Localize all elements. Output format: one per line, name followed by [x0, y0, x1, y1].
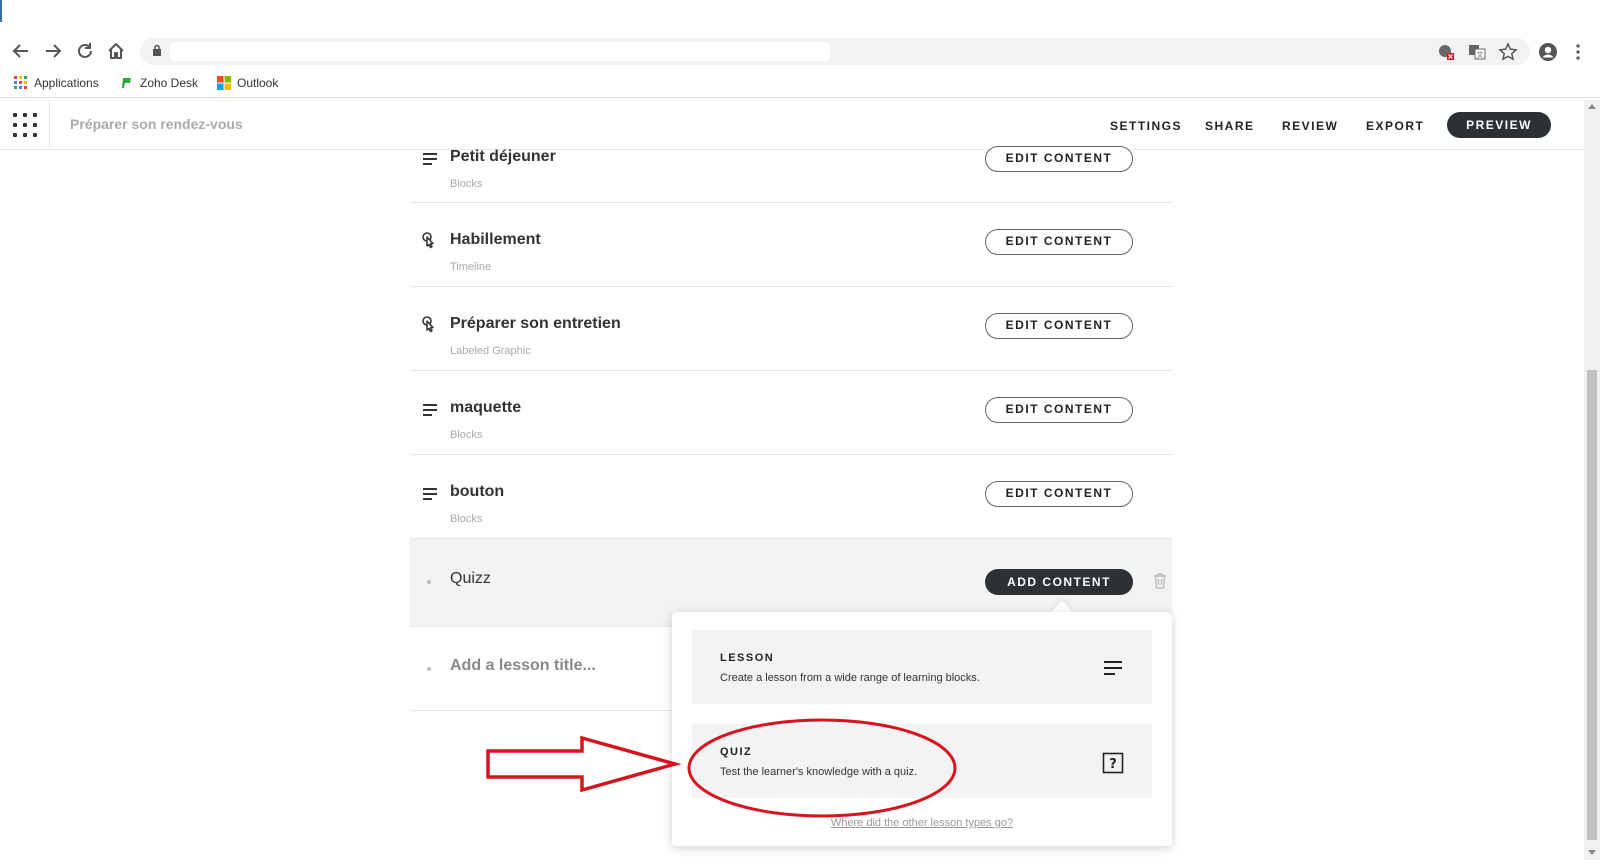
- star-icon[interactable]: [1498, 42, 1518, 62]
- quiz-option[interactable]: QUIZ Test the learner's knowledge with a…: [692, 724, 1152, 798]
- url-field[interactable]: [170, 42, 830, 61]
- trash-icon[interactable]: [1152, 572, 1168, 590]
- reload-icon[interactable]: [74, 40, 96, 62]
- blocked-cookie-icon[interactable]: [1436, 42, 1456, 62]
- forward-arrow-icon[interactable]: [42, 40, 64, 62]
- lesson-type: Blocks: [450, 178, 483, 190]
- blocks-icon: [420, 150, 440, 170]
- app-menu-grid-icon[interactable]: [0, 100, 50, 150]
- svg-text:文: 文: [1477, 50, 1484, 59]
- review-link[interactable]: REVIEW: [1282, 119, 1338, 133]
- edit-content-button[interactable]: EDIT CONTENT: [985, 397, 1133, 423]
- bookmark-outlook[interactable]: Outlook: [217, 76, 278, 90]
- lesson-row[interactable]: Préparer son entretien Labeled Graphic E…: [410, 287, 1172, 371]
- add-lesson-title-input[interactable]: Add a lesson title...: [450, 657, 596, 675]
- lesson-row[interactable]: Habillement Timeline EDIT CONTENT: [410, 203, 1172, 287]
- lesson-row[interactable]: Petit déjeuner Blocks EDIT CONTENT: [410, 146, 1172, 203]
- option-description: Create a lesson from a wide range of lea…: [720, 672, 980, 684]
- add-content-popover: LESSON Create a lesson from a wide range…: [672, 612, 1172, 846]
- blocks-icon: [1102, 658, 1124, 680]
- option-title: LESSON: [720, 652, 775, 664]
- lesson-type: Timeline: [450, 261, 492, 273]
- lesson-type: Blocks: [450, 429, 483, 441]
- outlook-icon: [217, 76, 231, 90]
- blocks-icon: [420, 401, 440, 421]
- lesson-title[interactable]: Habillement: [450, 231, 541, 249]
- add-content-button[interactable]: ADD CONTENT: [985, 569, 1133, 595]
- scrollbar-thumb[interactable]: [1587, 370, 1597, 840]
- lesson-row[interactable]: bouton Blocks EDIT CONTENT: [410, 455, 1172, 539]
- edit-content-button[interactable]: EDIT CONTENT: [985, 313, 1133, 339]
- share-link[interactable]: SHARE: [1205, 119, 1255, 133]
- preview-button[interactable]: PREVIEW: [1447, 112, 1551, 138]
- lesson-title[interactable]: maquette: [450, 399, 521, 417]
- browser-tab-strip: [0, 0, 1600, 34]
- question-box-icon: ?: [1102, 752, 1124, 774]
- export-link[interactable]: EXPORT: [1366, 119, 1424, 133]
- app-header: Préparer son rendez-vous SETTINGS SHARE …: [0, 100, 1584, 150]
- bookmark-label: Outlook: [237, 76, 279, 90]
- svg-text:?: ?: [1109, 757, 1117, 772]
- interactive-icon: [420, 231, 440, 251]
- annotation-arrow: [486, 735, 682, 793]
- home-icon[interactable]: [105, 40, 127, 62]
- page-scrollbar[interactable]: [1584, 100, 1600, 860]
- interactive-icon: [420, 315, 440, 335]
- back-arrow-icon[interactable]: [10, 40, 32, 62]
- zoho-desk-icon: [120, 76, 134, 90]
- bullet-dot: [427, 667, 431, 671]
- translate-icon[interactable]: 文: [1467, 42, 1487, 62]
- apps-grid-icon: [14, 76, 28, 90]
- option-description: Test the learner's knowledge with a quiz…: [720, 766, 918, 778]
- bullet-dot: [427, 580, 431, 584]
- edit-content-button[interactable]: EDIT CONTENT: [985, 481, 1133, 507]
- lesson-title[interactable]: bouton: [450, 483, 504, 501]
- lesson-option[interactable]: LESSON Create a lesson from a wide range…: [692, 630, 1152, 704]
- lesson-title[interactable]: Petit déjeuner: [450, 148, 556, 166]
- bookmark-label: Applications: [34, 76, 99, 90]
- course-title[interactable]: Préparer son rendez-vous: [70, 116, 243, 132]
- bookmarks-bar: Applications Zoho Desk Outlook: [0, 70, 1600, 98]
- lesson-type: Blocks: [450, 513, 483, 525]
- window-edge: [0, 0, 2, 22]
- lesson-title[interactable]: Quizz: [450, 570, 491, 588]
- settings-link[interactable]: SETTINGS: [1110, 119, 1182, 133]
- bookmark-applications[interactable]: Applications: [14, 76, 99, 90]
- lock-icon: [152, 44, 162, 57]
- other-lesson-types-link[interactable]: Where did the other lesson types go?: [672, 817, 1172, 829]
- profile-avatar-icon[interactable]: [1538, 42, 1558, 62]
- lesson-title[interactable]: Préparer son entretien: [450, 315, 621, 333]
- blocks-icon: [420, 485, 440, 505]
- address-bar[interactable]: [140, 38, 1530, 65]
- kebab-menu-icon[interactable]: [1568, 42, 1588, 62]
- option-title: QUIZ: [720, 746, 753, 758]
- lesson-type: Labeled Graphic: [450, 345, 531, 357]
- bookmark-zoho-desk[interactable]: Zoho Desk: [120, 76, 198, 90]
- edit-content-button[interactable]: EDIT CONTENT: [985, 229, 1133, 255]
- edit-content-button[interactable]: EDIT CONTENT: [985, 146, 1133, 172]
- bookmark-label: Zoho Desk: [140, 76, 199, 90]
- lesson-row[interactable]: maquette Blocks EDIT CONTENT: [410, 371, 1172, 455]
